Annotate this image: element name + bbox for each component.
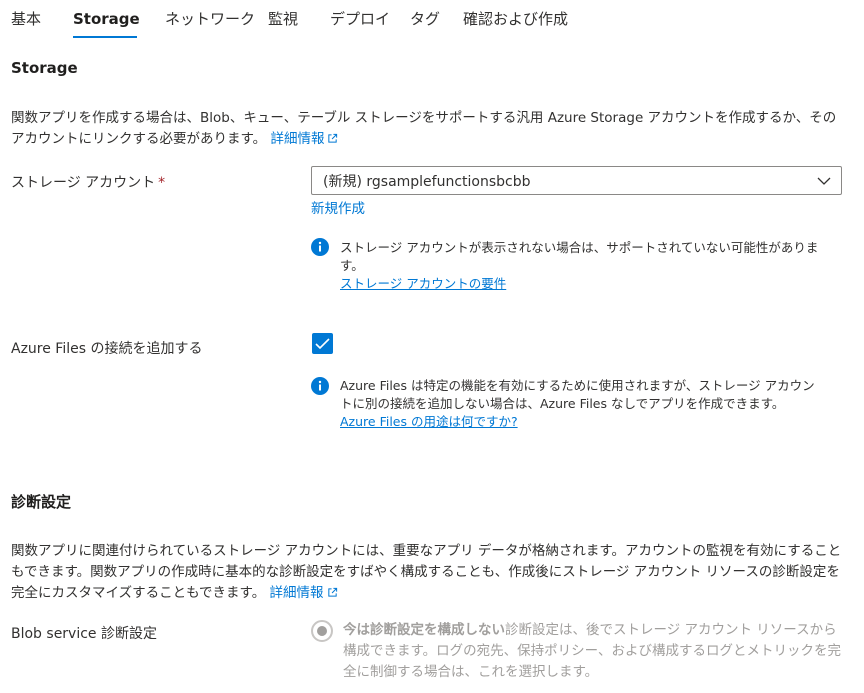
diagnostics-section-title: 診断設定 [11, 493, 72, 511]
azure-files-checkbox[interactable] [312, 333, 333, 354]
tab-review-create[interactable]: 確認および作成 [463, 8, 568, 34]
tab-bar: 基本 Storage ネットワーク 監視 デプロイ タグ 確認および作成 [0, 0, 864, 42]
diagnostics-description-text: 関数アプリに関連付けられているストレージ アカウントには、重要なアプリ データが… [11, 543, 842, 601]
storage-account-info: ストレージ アカウントが表示されない場合は、サポートされていない可能性があります… [340, 239, 830, 293]
blob-service-label: Blob service 診断設定 [11, 626, 157, 642]
azure-files-label: Azure Files の接続を追加する [11, 341, 203, 357]
tab-monitoring[interactable]: 監視 [268, 8, 298, 34]
storage-account-dropdown[interactable]: (新規) rgsamplefunctionsbcbb [311, 166, 842, 195]
storage-learn-more-link[interactable]: 詳細情報 [270, 131, 338, 147]
tab-tags[interactable]: タグ [410, 8, 440, 34]
tab-basics[interactable]: 基本 [11, 8, 41, 34]
storage-tab-page: 基本 Storage ネットワーク 監視 デプロイ タグ 確認および作成 Sto… [0, 0, 864, 693]
azure-files-info-text: Azure Files は特定の機能を有効にするために使用されますが、ストレージ… [340, 378, 815, 411]
active-tab-indicator [73, 36, 137, 38]
checkmark-icon [315, 338, 330, 350]
storage-account-info-text: ストレージ アカウントが表示されない場合は、サポートされていない可能性があります… [340, 240, 819, 273]
diagnostics-learn-more-link[interactable]: 詳細情報 [270, 585, 338, 601]
tab-deployment[interactable]: デプロイ [330, 8, 390, 34]
no-diagnostics-option-title: 今は診断設定を構成しない [343, 622, 505, 638]
info-icon [311, 238, 329, 256]
chevron-down-icon [817, 177, 831, 185]
azure-files-info: Azure Files は特定の機能を有効にするために使用されますが、ストレージ… [340, 377, 818, 431]
tab-storage[interactable]: Storage [73, 8, 140, 34]
no-diagnostics-option-text: 今は診断設定を構成しない診断設定は、後でストレージ アカウント リソースから構成… [343, 620, 843, 683]
external-link-icon [327, 587, 337, 597]
diagnostics-description: 関数アプリに関連付けられているストレージ アカウントには、重要なアプリ データが… [11, 541, 846, 604]
create-new-storage-link[interactable]: 新規作成 [311, 197, 365, 217]
storage-description: 関数アプリを作成する場合は、Blob、キュー、テーブル ストレージをサポートする… [11, 108, 846, 150]
storage-account-label: ストレージ アカウント * [11, 175, 166, 191]
storage-section-title: Storage [11, 59, 78, 77]
tab-networking[interactable]: ネットワーク [165, 8, 255, 34]
radio-selected-dot [317, 626, 327, 636]
storage-account-selected-value: (新規) rgsamplefunctionsbcbb [323, 174, 531, 190]
required-indicator: * [158, 175, 166, 191]
no-diagnostics-radio[interactable] [311, 620, 333, 642]
storage-account-requirements-link[interactable]: ストレージ アカウントの要件 [340, 276, 506, 291]
external-link-icon [328, 133, 338, 143]
azure-files-usage-link[interactable]: Azure Files の用途は何ですか? [340, 414, 518, 429]
storage-description-text: 関数アプリを作成する場合は、Blob、キュー、テーブル ストレージをサポートする… [11, 110, 837, 147]
info-icon [311, 377, 329, 395]
